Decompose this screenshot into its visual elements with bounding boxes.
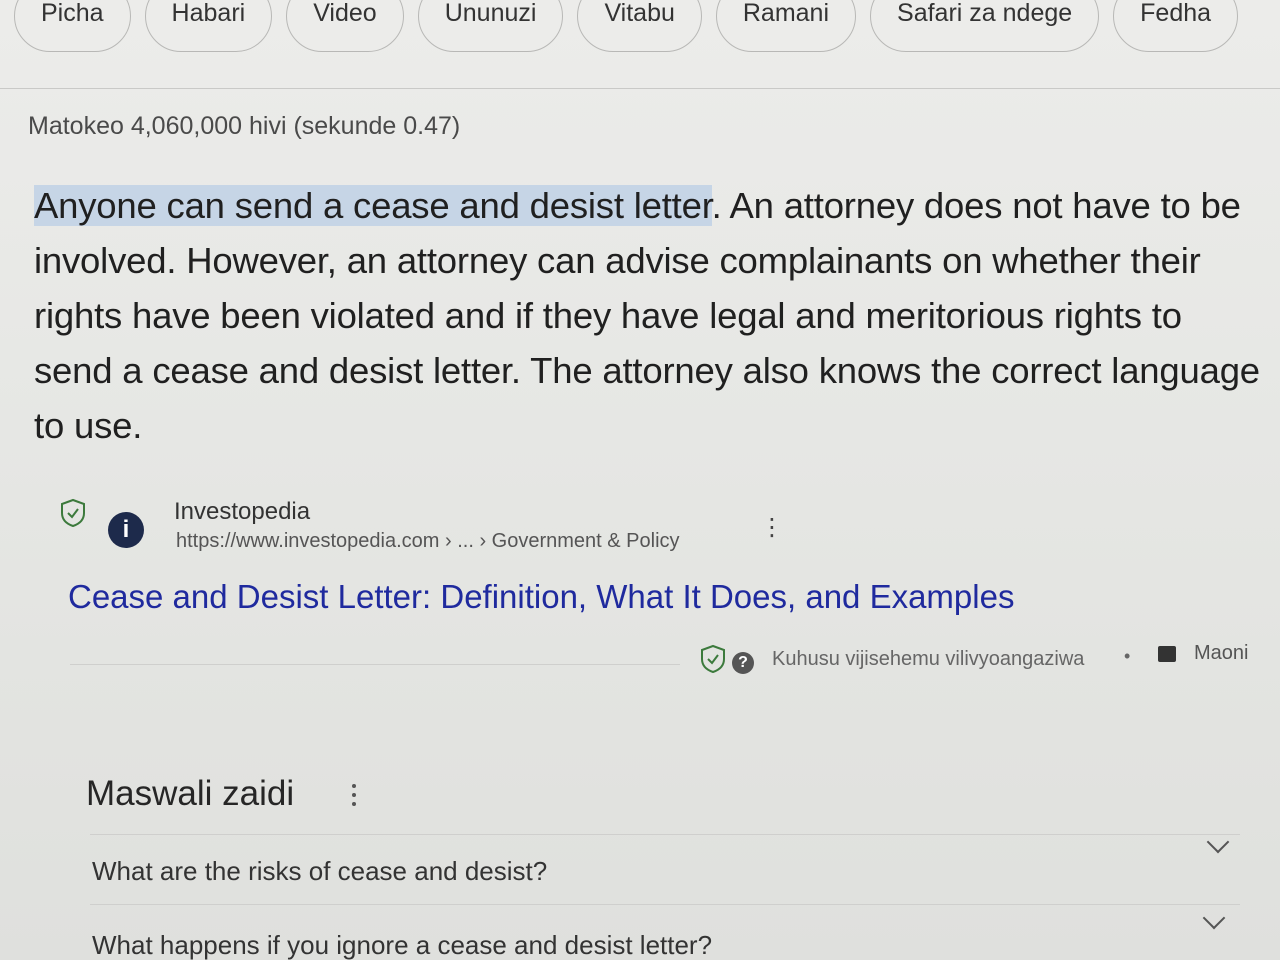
tab-safari-za-ndege[interactable]: Safari za ndege (870, 0, 1100, 52)
search-tabs: Picha Habari Video Ununuzi Vitabu Ramani… (0, 0, 1280, 54)
results-stats: Matokeo 4,060,000 hivi (sekunde 0.47) (28, 112, 461, 140)
search-results-page: Picha Habari Video Ununuzi Vitabu Ramani… (0, 0, 1280, 960)
investopedia-logo: i (108, 512, 144, 548)
featured-snippet-footer: ? Kuhusu vijisehemu vilivyoangaziwa • Ma… (700, 642, 1260, 678)
result-source[interactable]: i Investopedia https://www.investopedia.… (60, 494, 784, 564)
tab-picha[interactable]: Picha (14, 0, 131, 52)
source-name[interactable]: Investopedia (174, 498, 310, 526)
people-also-ask-menu-icon[interactable] (352, 784, 358, 811)
verified-shield-icon (61, 498, 85, 528)
tab-vitabu[interactable]: Vitabu (577, 0, 702, 52)
paa-question-1[interactable]: What are the risks of cease and desist? (92, 856, 547, 887)
verified-shield-icon (701, 644, 725, 674)
paa-question-2[interactable]: What happens if you ignore a cease and d… (92, 930, 712, 960)
featured-snippet: Anyone can send a cease and desist lette… (34, 178, 1270, 453)
divider (70, 664, 680, 665)
tab-video[interactable]: Video (286, 0, 404, 52)
feedback-icon[interactable] (1158, 646, 1176, 662)
tab-habari[interactable]: Habari (144, 0, 273, 52)
result-menu-icon[interactable]: ⋮ (760, 516, 784, 540)
chevron-down-icon[interactable] (1202, 906, 1226, 930)
tabs-divider (0, 88, 1280, 89)
tab-ramani[interactable]: Ramani (715, 0, 857, 52)
divider (90, 904, 1240, 905)
snippet-highlight: Anyone can send a cease and desist lette… (34, 185, 712, 226)
help-icon[interactable]: ? (732, 652, 754, 674)
source-url[interactable]: https://www.investopedia.com › ... › Gov… (176, 530, 680, 553)
feedback-link[interactable]: Maoni (1194, 642, 1248, 665)
tab-ununuzi[interactable]: Ununuzi (417, 0, 564, 52)
tab-fedha[interactable]: Fedha (1113, 0, 1239, 52)
about-featured-snippets-link[interactable]: Kuhusu vijisehemu vilivyoangaziwa (772, 648, 1084, 671)
result-title-link[interactable]: Cease and Desist Letter: Definition, Wha… (68, 578, 1014, 616)
divider (90, 834, 1240, 835)
separator: • (1124, 646, 1131, 666)
people-also-ask-title: Maswali zaidi (86, 774, 295, 813)
